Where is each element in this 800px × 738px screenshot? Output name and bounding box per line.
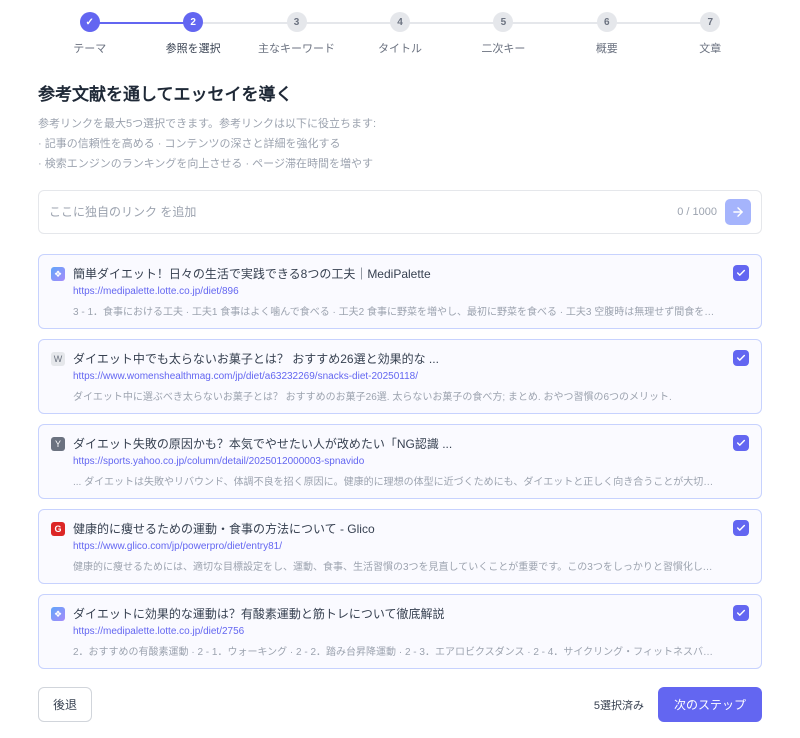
reference-list: ❖ 簡単ダイエット！日々の生活で実践できる8つの工夫｜MediPalette h… (38, 254, 762, 669)
reference-url: https://www.womenshealthmag.com/jp/diet/… (73, 371, 717, 382)
reference-card[interactable]: G 健康的に痩せるための運動・食事の方法について - Glico https:/… (38, 509, 762, 584)
step-connector (400, 22, 503, 24)
step-circle: 4 (390, 12, 410, 32)
reference-card[interactable]: Y ダイエット失敗の原因かも？本気でやせたい人が改めたい「NG認識 ... ht… (38, 424, 762, 499)
reference-snippet: ダイエット中に選ぶべき太らないお菓子とは？ おすすめのお菓子26選. 太らないお… (73, 388, 717, 403)
favicon-icon: Y (51, 437, 65, 451)
char-count: 0 / 1000 (677, 206, 717, 218)
next-step-button[interactable]: 次のステップ (658, 687, 762, 722)
reference-checkbox[interactable] (733, 520, 749, 536)
reference-checkbox[interactable] (733, 605, 749, 621)
step-2[interactable]: 2 参照を選択 (141, 12, 244, 56)
desc-line-3: · 検索エンジンのランキングを向上させる · ページ滞在時間を増やす (38, 155, 762, 175)
step-3[interactable]: 3 主なキーワード (245, 12, 348, 56)
step-7[interactable]: 7 文章 (659, 12, 762, 56)
favicon-icon: W (51, 352, 65, 366)
step-connector (297, 22, 400, 24)
favicon-icon: ❖ (51, 267, 65, 281)
step-label: 概要 (596, 40, 618, 56)
reference-url: https://www.glico.com/jp/powerpro/diet/e… (73, 541, 717, 552)
favicon-icon: G (51, 522, 65, 536)
check-icon (736, 608, 746, 618)
arrow-right-icon (731, 205, 745, 219)
reference-title: ダイエット失敗の原因かも？本気でやせたい人が改めたい「NG認識 ... (73, 435, 717, 452)
step-connector (90, 22, 193, 24)
check-icon (736, 268, 746, 278)
step-circle: 7 (700, 12, 720, 32)
page-title: 参考文献を通してエッセイを導く (38, 80, 762, 105)
step-connector (193, 22, 296, 24)
step-label: 主なキーワード (258, 40, 335, 56)
step-circle: 3 (287, 12, 307, 32)
reference-snippet: 健康的に痩せるためには、適切な目標設定をし、運動、食事、生活習慣の3つを見直して… (73, 558, 717, 573)
reference-title: ダイエット中でも太らないお菓子とは？ おすすめ26選と効果的な ... (73, 350, 717, 367)
submit-link-button[interactable] (725, 199, 751, 225)
reference-title: 簡単ダイエット！日々の生活で実践できる8つの工夫｜MediPalette (73, 265, 717, 282)
step-circle: 5 (493, 12, 513, 32)
link-input-row: 0 / 1000 (38, 190, 762, 234)
step-4[interactable]: 4 タイトル (348, 12, 451, 56)
reference-url: https://medipalette.lotte.co.jp/diet/275… (73, 626, 717, 637)
reference-url: https://medipalette.lotte.co.jp/diet/896 (73, 286, 717, 297)
reference-snippet: ... ダイエットは失敗やリバウンド、体調不良を招く原因に。健康的に理想の体型に… (73, 473, 717, 488)
step-5[interactable]: 5 二次キー (452, 12, 555, 56)
favicon-icon: ❖ (51, 607, 65, 621)
check-icon (736, 353, 746, 363)
selected-count: 5選択済み (594, 697, 644, 713)
reference-card[interactable]: ❖ 簡単ダイエット！日々の生活で実践できる8つの工夫｜MediPalette h… (38, 254, 762, 329)
reference-card[interactable]: ❖ ダイエットに効果的な運動は？有酸素運動と筋トレについて徹底解説 https:… (38, 594, 762, 669)
reference-title: 健康的に痩せるための運動・食事の方法について - Glico (73, 520, 717, 537)
step-circle: ✓ (80, 12, 100, 32)
reference-checkbox[interactable] (733, 350, 749, 366)
reference-url: https://sports.yahoo.co.jp/column/detail… (73, 456, 717, 467)
desc-line-2: · 記事の信頼性を高める · コンテンツの深さと詳細を強化する (38, 135, 762, 155)
footer-bar: 後退 5選択済み 次のステップ (38, 687, 762, 722)
page-description: 参考リンクを最大5つ選択できます。参考リンクは以下に役立ちます: · 記事の信頼… (38, 115, 762, 174)
step-circle: 6 (597, 12, 617, 32)
reference-title: ダイエットに効果的な運動は？有酸素運動と筋トレについて徹底解説 (73, 605, 717, 622)
step-1[interactable]: ✓ テーマ (38, 12, 141, 56)
check-icon (736, 438, 746, 448)
step-connector (607, 22, 710, 24)
step-label: 文章 (699, 40, 721, 56)
step-6[interactable]: 6 概要 (555, 12, 658, 56)
stepper: ✓ テーマ 2 参照を選択 3 主なキーワード 4 タイトル 5 二次キー 6 概要 7 文章 (38, 12, 762, 56)
step-label: 参照を選択 (166, 40, 221, 56)
step-connector (503, 22, 606, 24)
reference-snippet: 2．おすすめの有酸素運動 · 2 - 1．ウォーキング · 2 - 2．踏み台昇… (73, 643, 717, 658)
step-label: 二次キー (481, 40, 525, 56)
step-label: タイトル (378, 40, 422, 56)
reference-snippet: 3 - 1．食事における工夫 · 工夫1 食事はよく噛んで食べる · 工夫2 食… (73, 303, 717, 318)
back-button[interactable]: 後退 (38, 687, 92, 722)
reference-checkbox[interactable] (733, 265, 749, 281)
step-circle: 2 (183, 12, 203, 32)
reference-card[interactable]: W ダイエット中でも太らないお菓子とは？ おすすめ26選と効果的な ... ht… (38, 339, 762, 414)
link-input[interactable] (49, 205, 677, 219)
step-label: テーマ (73, 40, 106, 56)
desc-line-1: 参考リンクを最大5つ選択できます。参考リンクは以下に役立ちます: (38, 115, 762, 135)
reference-checkbox[interactable] (733, 435, 749, 451)
check-icon (736, 523, 746, 533)
